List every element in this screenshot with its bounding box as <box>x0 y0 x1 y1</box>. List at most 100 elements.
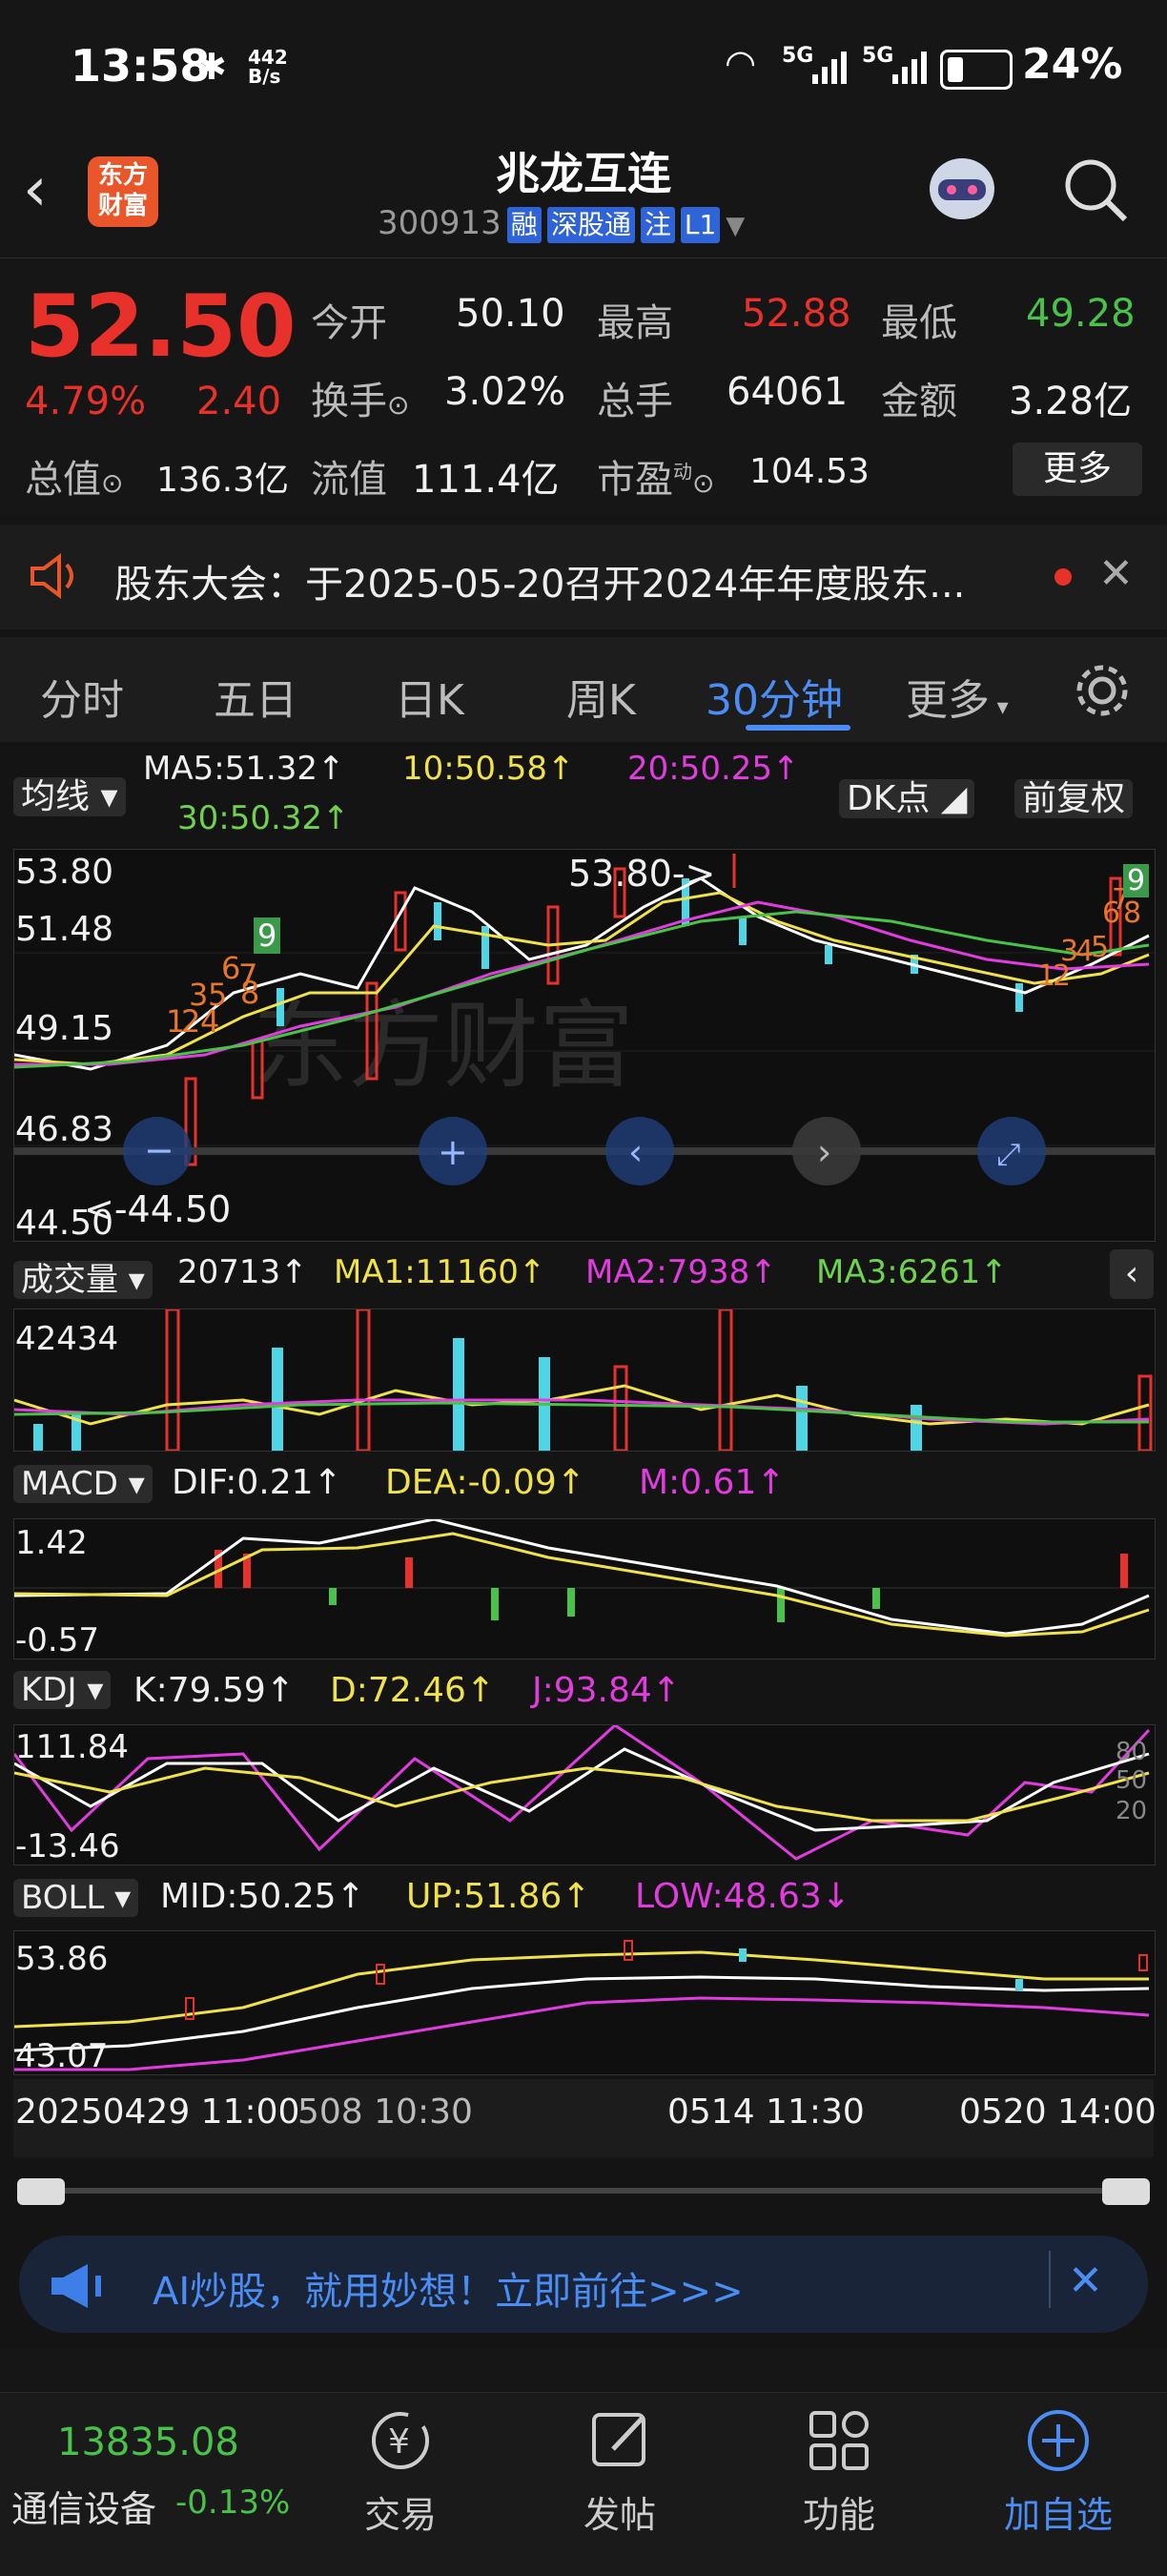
volume-bars <box>33 1308 1153 1453</box>
megaphone-icon <box>48 2260 109 2312</box>
tag-margin[interactable]: 融 <box>506 207 542 243</box>
grid-icon <box>772 2407 906 2478</box>
volume-ma2: MA2:7938↑ <box>585 1253 777 1291</box>
svg-text:−: − <box>144 1129 174 1171</box>
kline-y1: 53.80 <box>15 853 114 892</box>
range-handle-right[interactable] <box>1102 2178 1150 2205</box>
high-value: 52.88 <box>742 292 851 336</box>
tab-five-day[interactable]: 五日 <box>214 666 297 727</box>
tab-30min[interactable]: 30分钟 <box>706 666 843 727</box>
dk-point-button[interactable]: DK点 ◢ <box>839 771 975 820</box>
svg-text:›: › <box>817 1131 831 1173</box>
settings-gear-icon[interactable] <box>1072 660 1133 721</box>
ai-banner-text[interactable]: AI炒股，就用妙想！立即前往>>> <box>153 2260 744 2316</box>
edit-icon <box>553 2407 686 2478</box>
close-banner-icon[interactable]: ✕ <box>1068 2257 1103 2305</box>
td-mark-3: 3 <box>189 977 209 1013</box>
notice-text[interactable]: 股东大会：于2025-05-20召开2024年年度股东... <box>114 553 965 608</box>
range-track[interactable] <box>38 2188 1129 2194</box>
time-label-2: 508 10:30 <box>297 2092 473 2132</box>
kline-svg: 东方财富 − + ‹ › ⤢ <box>13 854 1155 1185</box>
function-nav[interactable]: 功能 <box>772 2407 906 2560</box>
close-notice-icon[interactable]: ✕ <box>1098 549 1134 598</box>
macd-chart[interactable] <box>13 1517 1156 1659</box>
time-label-4: 0520 14:00 <box>959 2092 1157 2132</box>
td-mark-r8: 8 <box>1123 896 1142 930</box>
macd-selector[interactable]: MACD ▾ <box>13 1465 153 1503</box>
ma20-legend: 20:50.25↑ <box>627 750 800 788</box>
index-name[interactable]: 通信设备 <box>11 2480 156 2532</box>
td-mark-8: 8 <box>240 975 260 1011</box>
tag-level1[interactable]: L1 <box>680 207 721 243</box>
kline-chart[interactable]: 东方财富 − + ‹ › ⤢ <box>13 849 1156 1242</box>
net-speed: 442 B/s <box>248 46 288 88</box>
wifi-icon: ◠ <box>725 42 757 84</box>
boll-ybot: 43.07 <box>15 2037 109 2075</box>
change-percent: 4.79% <box>25 380 147 423</box>
signal-icon <box>810 48 852 86</box>
more-button[interactable]: 更多 <box>1013 443 1142 496</box>
td-mark-r5: 5 <box>1091 931 1110 964</box>
macd-ybot: -0.57 <box>15 1621 99 1659</box>
svg-text:东方财富: 东方财富 <box>253 990 634 1102</box>
add-watchlist-nav[interactable]: 加自选 <box>992 2407 1125 2560</box>
post-nav[interactable]: 发帖 <box>553 2407 686 2560</box>
macd-histogram <box>215 1550 1128 1622</box>
active-tab-indicator <box>746 725 850 731</box>
macd-ytop: 1.42 <box>15 1524 88 1562</box>
boll-selector[interactable]: BOLL ▾ <box>13 1879 139 1917</box>
range-handle-left[interactable] <box>17 2178 65 2205</box>
battery-level: 24% <box>1022 40 1123 89</box>
volume-value: 64061 <box>727 370 849 414</box>
boll-chart[interactable] <box>13 1930 1156 2075</box>
kline-y2: 51.48 <box>15 910 114 949</box>
kdj-ref-50: 50 <box>1116 1766 1148 1795</box>
high-label: 最高 <box>597 301 673 345</box>
robot-avatar-icon[interactable] <box>919 151 1005 227</box>
tab-more[interactable]: 更多 ▾ <box>906 666 1009 727</box>
volume-selector[interactable]: 成交量 ▾ <box>13 1253 153 1300</box>
volume-current: 20713↑ <box>177 1253 308 1291</box>
tag-registered[interactable]: 注 <box>640 207 675 243</box>
volume-ma1: MA1:11160↑ <box>334 1253 546 1291</box>
volume-chart[interactable] <box>13 1308 1156 1453</box>
speaker-icon <box>27 547 84 605</box>
svg-text:‹: ‹ <box>628 1131 643 1173</box>
kdj-k: K:79.59↑ <box>133 1671 295 1710</box>
kdj-chart[interactable] <box>12 1723 1156 1865</box>
index-value[interactable]: 13835.08 <box>57 2421 239 2464</box>
adjust-button[interactable]: 前复权 <box>1014 771 1134 820</box>
tab-intraday[interactable]: 分时 <box>40 666 124 727</box>
collapse-icon[interactable]: ‹ <box>1110 1249 1154 1299</box>
td-mark-9: 9 <box>254 917 281 954</box>
boll-ytop: 53.86 <box>15 1940 109 1978</box>
kdj-selector[interactable]: KDJ ▾ <box>13 1671 112 1709</box>
dropdown-icon[interactable]: ▼ <box>726 212 745 240</box>
boll-low: LOW:48.63↓ <box>635 1877 850 1916</box>
kdj-ybot: -13.46 <box>15 1827 120 1865</box>
tab-daily-k[interactable]: 日K <box>395 666 464 727</box>
amount-value: 3.28亿 <box>1009 380 1133 423</box>
ma-selector[interactable]: 均线 ▾ <box>13 769 126 818</box>
status-time: 13:58 <box>71 40 211 92</box>
turnover-label: 换手⊙ <box>311 380 410 423</box>
search-icon[interactable] <box>1058 153 1135 229</box>
kdj-j: J:93.84↑ <box>532 1671 681 1710</box>
pe-value: 104.53 <box>749 452 870 491</box>
kdj-ytop: 111.84 <box>15 1728 129 1766</box>
battery-icon <box>940 50 1013 90</box>
ma5-legend: MA5:51.32↑ <box>143 750 345 788</box>
float-label: 流值 <box>311 458 387 502</box>
trade-nav[interactable]: ¥ 交易 <box>334 2407 467 2560</box>
low-label: 最低 <box>881 301 957 345</box>
float-value: 111.4亿 <box>412 458 560 502</box>
kline-y3: 49.15 <box>15 1009 114 1048</box>
tag-connect[interactable]: 深股通 <box>546 207 635 243</box>
trade-icon: ¥ <box>334 2407 467 2478</box>
index-change: -0.13% <box>175 2483 291 2522</box>
tab-weekly-k[interactable]: 周K <box>566 666 636 727</box>
open-value: 50.10 <box>456 292 565 336</box>
macd-dea: DEA:-0.09↑ <box>385 1463 585 1502</box>
stock-code-row: 300913 融深股通注 L1 ▼ <box>378 204 745 243</box>
volume-ytop: 42434 <box>15 1320 119 1358</box>
